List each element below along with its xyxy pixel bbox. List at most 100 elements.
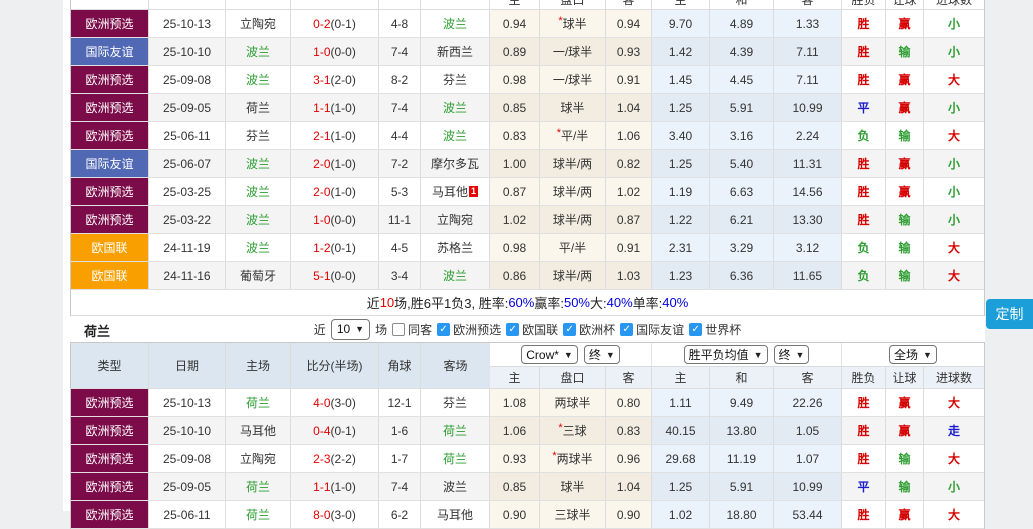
customize-button[interactable]: 定制	[986, 299, 1033, 329]
games-count-select[interactable]: 10 ▼	[330, 318, 371, 340]
cell-result: 胜	[842, 417, 886, 444]
match-history-panel: 主盘口客主和客胜负 让球 进球数 欧洲预选 25-10-13 立陶宛 0-2 (0-1) 4-…	[63, 0, 985, 529]
filter-checkbox[interactable]	[392, 322, 406, 336]
table1-cropped-header: 主盘口客主和客胜负 让球 进球数	[71, 0, 984, 10]
header-cell: 让球	[886, 367, 924, 388]
cell-score: 2-0 (1-0)	[291, 150, 379, 177]
cell-away-team: 荷兰	[421, 445, 490, 472]
filter-checkbox-label: 欧国联	[522, 322, 559, 337]
cell-corners: 4-4	[379, 122, 421, 149]
away-team-name: 波兰	[442, 269, 467, 283]
cell-euro-away-odds: 1.33	[774, 10, 842, 37]
cell-away-team: 马耳他	[421, 501, 490, 528]
cell-score: 8-0 (3-0)	[291, 501, 379, 528]
home-team-name: 荷兰	[245, 396, 270, 410]
cell-result: 胜	[842, 501, 886, 528]
cell-goals: 小	[924, 38, 984, 65]
summary-text: 40%	[606, 295, 633, 310]
filter-checkbox-label: 欧洲预选	[453, 322, 502, 337]
cell-handicap-result: 赢	[886, 178, 924, 205]
home-team-name: 马耳他	[239, 424, 276, 438]
asian-period-value: 终	[588, 348, 601, 362]
header-cell: 和	[710, 0, 774, 9]
cell-result: 胜	[842, 66, 886, 93]
cell-corners: 7-4	[379, 94, 421, 121]
cell-home-team: 荷兰	[226, 94, 291, 121]
cell-away-team: 芬兰	[421, 389, 490, 416]
cell-corners: 11-1	[379, 206, 421, 233]
cell-handicap-result: 输	[886, 234, 924, 261]
cell-asian-home-odds: 1.02	[490, 206, 540, 233]
cell-handicap: 一/球半	[540, 38, 606, 65]
filter-checkbox[interactable]: ✓	[620, 322, 634, 336]
cell-asian-home-odds: 1.08	[490, 389, 540, 416]
euro-average-select[interactable]: 胜平负均值 ▼	[683, 345, 768, 364]
netherlands-table-header: 类型 日期 主场 比分(半场) 角球 客场 Crow* ▼ 终 ▼ 胜平负均值 ▼ 终 ▼ 全场 ▼…	[70, 342, 985, 389]
filter-checkbox[interactable]: ✓	[563, 322, 577, 336]
away-team-name: 立陶宛	[436, 213, 473, 227]
cell-corners: 1-6	[379, 417, 421, 444]
cell-result: 负	[842, 122, 886, 149]
header-cell: 比分(半场)	[291, 343, 379, 388]
header-cell: 主	[490, 0, 540, 9]
header-cell: 胜负	[842, 0, 886, 9]
cell-asian-away-odds: 0.83	[606, 417, 652, 444]
cell-euro-away-odds: 13.30	[774, 206, 842, 233]
cell-result: 胜	[842, 150, 886, 177]
cell-euro-away-odds: 1.05	[774, 417, 842, 444]
asian-odds-period-select[interactable]: 终 ▼	[583, 345, 620, 364]
table2-rows: 欧洲预选 25-10-13 荷兰 4-0 (3-0) 12-1 芬兰 1.08 两球半 0.80 1…	[70, 389, 985, 529]
cell-euro-draw-odds: 3.16	[710, 122, 774, 149]
header-cell	[379, 0, 421, 9]
filter-checkbox[interactable]: ✓	[506, 322, 520, 336]
cell-score: 4-0 (3-0)	[291, 389, 379, 416]
chevron-down-icon: ▼	[753, 349, 763, 360]
filter-checkbox[interactable]: ✓	[437, 322, 451, 336]
league-badge: 欧洲预选	[71, 94, 148, 121]
filter-near-label: 近	[313, 322, 326, 337]
bookmaker-value: Crow*	[526, 347, 559, 362]
cell-type: 国际友谊	[71, 38, 149, 65]
cell-score: 0-4 (0-1)	[291, 417, 379, 444]
cell-away-team: 波兰	[421, 10, 490, 37]
cell-euro-draw-odds: 4.39	[710, 38, 774, 65]
bookmaker-select[interactable]: Crow* ▼	[521, 345, 578, 364]
cell-home-team: 葡萄牙	[226, 262, 291, 289]
cell-euro-draw-odds: 11.19	[710, 445, 774, 472]
cell-score: 2-0 (1-0)	[291, 178, 379, 205]
league-badge: 欧洲预选	[71, 178, 148, 205]
away-team-name: 摩尔多瓦	[430, 157, 479, 171]
cell-score: 2-3 (2-2)	[291, 445, 379, 472]
cell-euro-draw-odds: 9.49	[710, 389, 774, 416]
cell-corners: 7-4	[379, 473, 421, 500]
cell-handicap-result: 赢	[886, 10, 924, 37]
cell-euro-home-odds: 2.31	[652, 234, 710, 261]
cell-asian-away-odds: 0.90	[606, 501, 652, 528]
euro-period-select[interactable]: 终 ▼	[773, 345, 810, 364]
header-cell: 进球数	[924, 367, 984, 388]
cell-handicap: 平/半	[540, 234, 606, 261]
filter-checkbox[interactable]: ✓	[689, 322, 703, 336]
cell-date: 25-09-08	[149, 66, 226, 93]
cell-euro-draw-odds: 13.80	[710, 417, 774, 444]
cell-euro-draw-odds: 5.40	[710, 150, 774, 177]
cell-type: 欧洲预选	[71, 473, 149, 500]
cell-asian-away-odds: 1.03	[606, 262, 652, 289]
cell-handicap: 球半/两	[540, 150, 606, 177]
header-cell: 主场	[226, 343, 291, 388]
cell-handicap: 两球半	[540, 389, 606, 416]
table-row: 欧洲预选 25-10-13 立陶宛 0-2 (0-1) 4-8 波兰 0.94 * 球半 0.94 9…	[71, 10, 984, 38]
cell-home-team: 波兰	[226, 206, 291, 233]
cell-result: 胜	[842, 178, 886, 205]
home-team-name: 波兰	[245, 45, 270, 59]
cell-corners: 5-3	[379, 178, 421, 205]
header-cell: 盘口	[540, 0, 606, 9]
cell-asian-home-odds: 0.93	[490, 445, 540, 472]
euro-odds-group: 胜平负均值 ▼ 终 ▼	[652, 343, 842, 366]
home-team-name: 葡萄牙	[239, 269, 276, 283]
cell-euro-home-odds: 1.19	[652, 178, 710, 205]
scope-select[interactable]: 全场 ▼	[889, 345, 937, 364]
away-team-name: 波兰	[442, 17, 467, 31]
away-team-name: 苏格兰	[436, 241, 473, 255]
cell-away-team: 波兰	[421, 94, 490, 121]
